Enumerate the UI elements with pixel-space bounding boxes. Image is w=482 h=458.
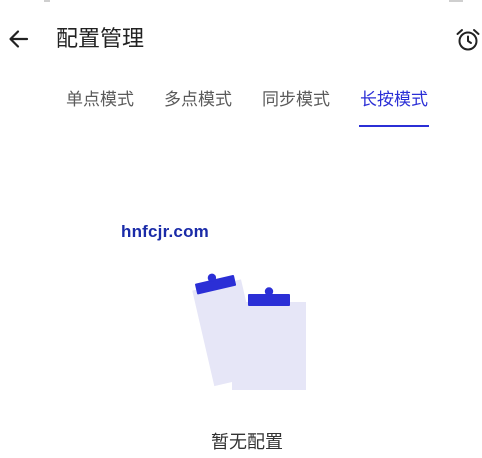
alarm-button[interactable]	[454, 26, 482, 54]
tab-long-press[interactable]: 长按模式	[360, 86, 428, 114]
empty-clipboard-icon	[186, 270, 312, 392]
tab-single-point[interactable]: 单点模式	[66, 86, 134, 114]
tab-sync[interactable]: 同步模式	[262, 86, 330, 114]
app-header: 配置管理	[0, 18, 482, 62]
alarm-clock-icon	[456, 29, 480, 51]
status-bar-remnant	[0, 0, 482, 4]
mode-tabs: 单点模式 多点模式 同步模式 长按模式	[56, 86, 456, 130]
watermark-text: hnfcjr.com	[121, 222, 209, 241]
tab-multi-point[interactable]: 多点模式	[164, 86, 232, 114]
status-bar-mark	[449, 0, 463, 2]
empty-state-message: 暂无配置	[211, 432, 283, 453]
status-bar-mark	[44, 0, 50, 2]
back-button[interactable]	[6, 26, 32, 52]
page-title: 配置管理	[56, 27, 145, 52]
tab-indicator	[359, 125, 429, 127]
arrow-left-icon	[9, 30, 29, 48]
